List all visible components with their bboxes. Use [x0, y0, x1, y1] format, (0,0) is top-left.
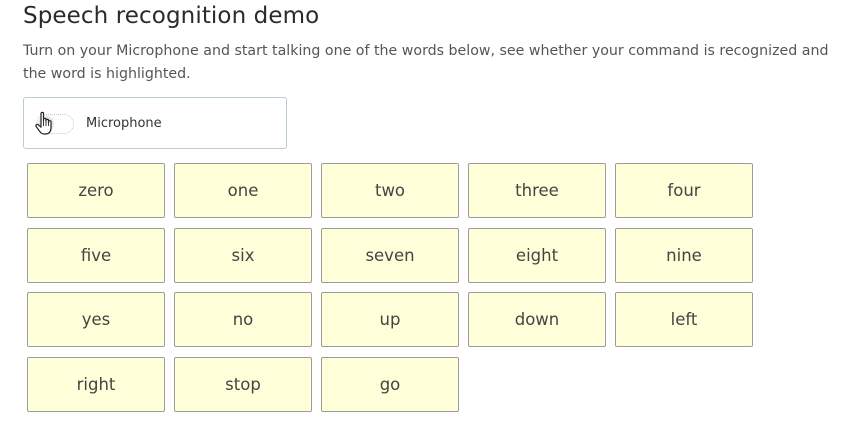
- word-button-go[interactable]: go: [321, 357, 459, 413]
- word-button-down[interactable]: down: [468, 292, 606, 348]
- word-button-one[interactable]: one: [174, 163, 312, 218]
- page-title: Speech recognition demo: [23, 3, 320, 29]
- microphone-label: Microphone: [86, 116, 162, 131]
- word-button-right[interactable]: right: [27, 357, 165, 413]
- word-button-no[interactable]: no: [174, 292, 312, 348]
- word-button-yes[interactable]: yes: [27, 292, 165, 348]
- microphone-card: Microphone: [23, 97, 287, 149]
- word-button-zero[interactable]: zero: [27, 163, 165, 218]
- word-button-seven[interactable]: seven: [321, 227, 459, 283]
- hand-pointer-icon: [35, 111, 52, 135]
- word-button-eight[interactable]: eight: [468, 227, 606, 283]
- word-button-six[interactable]: six: [174, 227, 312, 283]
- page-description: Turn on your Microphone and start talkin…: [23, 43, 829, 82]
- word-button-nine[interactable]: nine: [615, 227, 753, 283]
- word-button-stop[interactable]: stop: [174, 357, 312, 413]
- word-button-up[interactable]: up: [321, 292, 459, 348]
- word-button-two[interactable]: two: [321, 163, 459, 218]
- word-button-four[interactable]: four: [615, 163, 753, 218]
- word-button-five[interactable]: five: [27, 227, 165, 283]
- word-button-left[interactable]: left: [615, 292, 753, 348]
- word-button-three[interactable]: three: [468, 163, 606, 218]
- page: Speech recognition demo Turn on your Mic…: [0, 0, 849, 422]
